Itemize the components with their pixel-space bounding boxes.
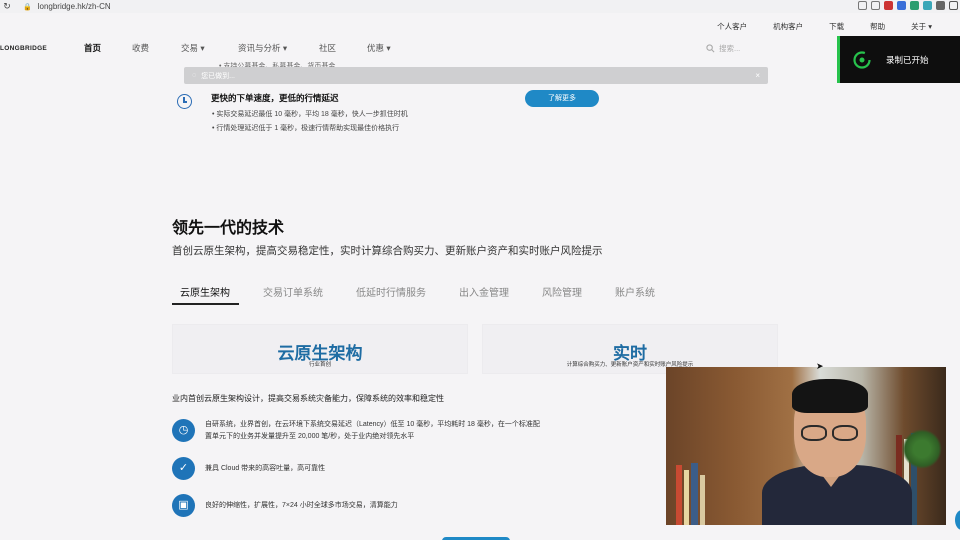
- feature-bullet: • 行情处理延迟低于 1 毫秒，极速行情帮助实现最佳价格执行: [212, 125, 400, 132]
- notice-text: 您已做到...: [201, 72, 236, 80]
- mouse-cursor-icon: ➤: [816, 361, 824, 371]
- puzzle-icon[interactable]: [936, 1, 945, 10]
- extension-red-icon[interactable]: [884, 1, 893, 10]
- nav-community[interactable]: 社区: [319, 42, 336, 54]
- lock-icon: 🔒: [23, 3, 32, 11]
- tab-funds[interactable]: 出入金管理: [459, 284, 509, 299]
- info-icon: ◌: [192, 72, 197, 79]
- clock-icon: ◷: [172, 419, 195, 442]
- plant: [902, 429, 942, 469]
- glasses-left: [801, 425, 827, 441]
- sidebar-icon[interactable]: [949, 1, 958, 10]
- tech-tabs: 云原生架构 交易订单系统 低延时行情服务 出入金管理 风险管理 账户系统: [172, 282, 792, 306]
- utility-links: 个人客户 机构客户 下载 帮助 关于 ▾: [691, 21, 932, 32]
- url-field[interactable]: longbridge.hk/zh-CN: [38, 2, 111, 11]
- clock-icon: [177, 94, 192, 109]
- record-icon: [853, 50, 871, 69]
- book: [691, 463, 698, 525]
- tab-order-system[interactable]: 交易订单系统: [263, 284, 323, 299]
- extension-blue-icon[interactable]: [897, 1, 906, 10]
- section-title: 领先一代的技术: [172, 220, 285, 237]
- nav-home[interactable]: 首页: [84, 42, 101, 54]
- reload-icon[interactable]: ↻: [1, 1, 13, 12]
- close-icon[interactable]: ×: [755, 71, 760, 80]
- nav-offers[interactable]: 优惠 ▾: [367, 42, 391, 54]
- feature-text: 自研系统，业界首创，在云环境下系统交易延迟（Latency）低至 10 毫秒，平…: [205, 421, 540, 440]
- extension-icons: [858, 1, 958, 10]
- nav-pricing[interactable]: 收费: [132, 42, 149, 54]
- book: [684, 470, 689, 525]
- webcam-overlay: [666, 367, 946, 525]
- learn-more-button[interactable]: 了解更多: [525, 90, 599, 107]
- extension-teal-icon[interactable]: [923, 1, 932, 10]
- section-subtitle: 首创云原生架构，提高交易稳定性，实时计算综合购买力、更新账户资产和实时账户风险提…: [172, 245, 603, 257]
- intro-text: 业内首创云原生架构设计，提高交易系统灾备能力，保障系统的效率和稳定性: [172, 394, 444, 403]
- feature-speed: 更快的下单速度，更低的行情延迟 • 实际交易延迟最低 10 毫秒，平均 18 毫…: [0, 85, 960, 175]
- feature-title: 更快的下单速度，更低的行情延迟: [211, 93, 339, 103]
- search-icon: [706, 43, 715, 52]
- active-tab-indicator: [172, 303, 239, 305]
- link-download[interactable]: 下载: [829, 21, 844, 32]
- floating-help-button[interactable]: [955, 510, 960, 530]
- book: [676, 465, 682, 525]
- book: [700, 475, 705, 525]
- share-icon[interactable]: [858, 1, 867, 10]
- feature-bullet: • 实际交易延迟最低 10 毫秒，平均 18 毫秒，快人一步抓住时机: [212, 111, 408, 118]
- link-help[interactable]: 帮助: [870, 21, 885, 32]
- nav-news[interactable]: 资讯与分析 ▾: [238, 42, 287, 54]
- person-hair: [792, 379, 868, 413]
- glasses-right: [832, 425, 858, 441]
- main-nav: LONGBRIDGE 首页 收费 交易 ▾ 资讯与分析 ▾ 社区 优惠 ▾ 搜索…: [0, 37, 960, 59]
- star-icon[interactable]: [871, 1, 880, 10]
- tab-risk[interactable]: 风险管理: [542, 284, 582, 299]
- notice-bar: ◌ 您已做到... ×: [184, 67, 768, 84]
- nav-trading[interactable]: 交易 ▾: [181, 42, 205, 54]
- browser-address-bar: ↻ 🔒 longbridge.hk/zh-CN: [0, 0, 960, 13]
- card-cloud-native: 云原生架构 行业首创: [172, 324, 468, 374]
- recording-text: 录制已开始: [886, 54, 929, 65]
- tab-low-latency[interactable]: 低延时行情服务: [356, 284, 426, 299]
- feature-text: 兼具 Cloud 带来的高容吐量，高可靠性: [205, 465, 326, 472]
- link-personal[interactable]: 个人客户: [717, 21, 747, 32]
- search-input[interactable]: 搜索...: [706, 41, 826, 55]
- feature-text: 良好的伸缩性，扩展性，7×24 小时全球多市场交易，清算能力: [205, 502, 398, 509]
- server-icon: ▣: [172, 494, 195, 517]
- recording-toast: 录制已开始: [837, 36, 960, 83]
- search-placeholder: 搜索...: [719, 43, 741, 53]
- tab-cloud-native[interactable]: 云原生架构: [180, 284, 230, 299]
- extension-green-icon[interactable]: [910, 1, 919, 10]
- link-about[interactable]: 关于 ▾: [911, 21, 932, 32]
- shield-check-icon: ✓: [172, 457, 195, 480]
- link-institutional[interactable]: 机构客户: [773, 21, 803, 32]
- card-caption: 行业首创: [308, 362, 331, 368]
- tab-account[interactable]: 账户系统: [615, 284, 655, 299]
- logo[interactable]: LONGBRIDGE: [0, 45, 47, 52]
